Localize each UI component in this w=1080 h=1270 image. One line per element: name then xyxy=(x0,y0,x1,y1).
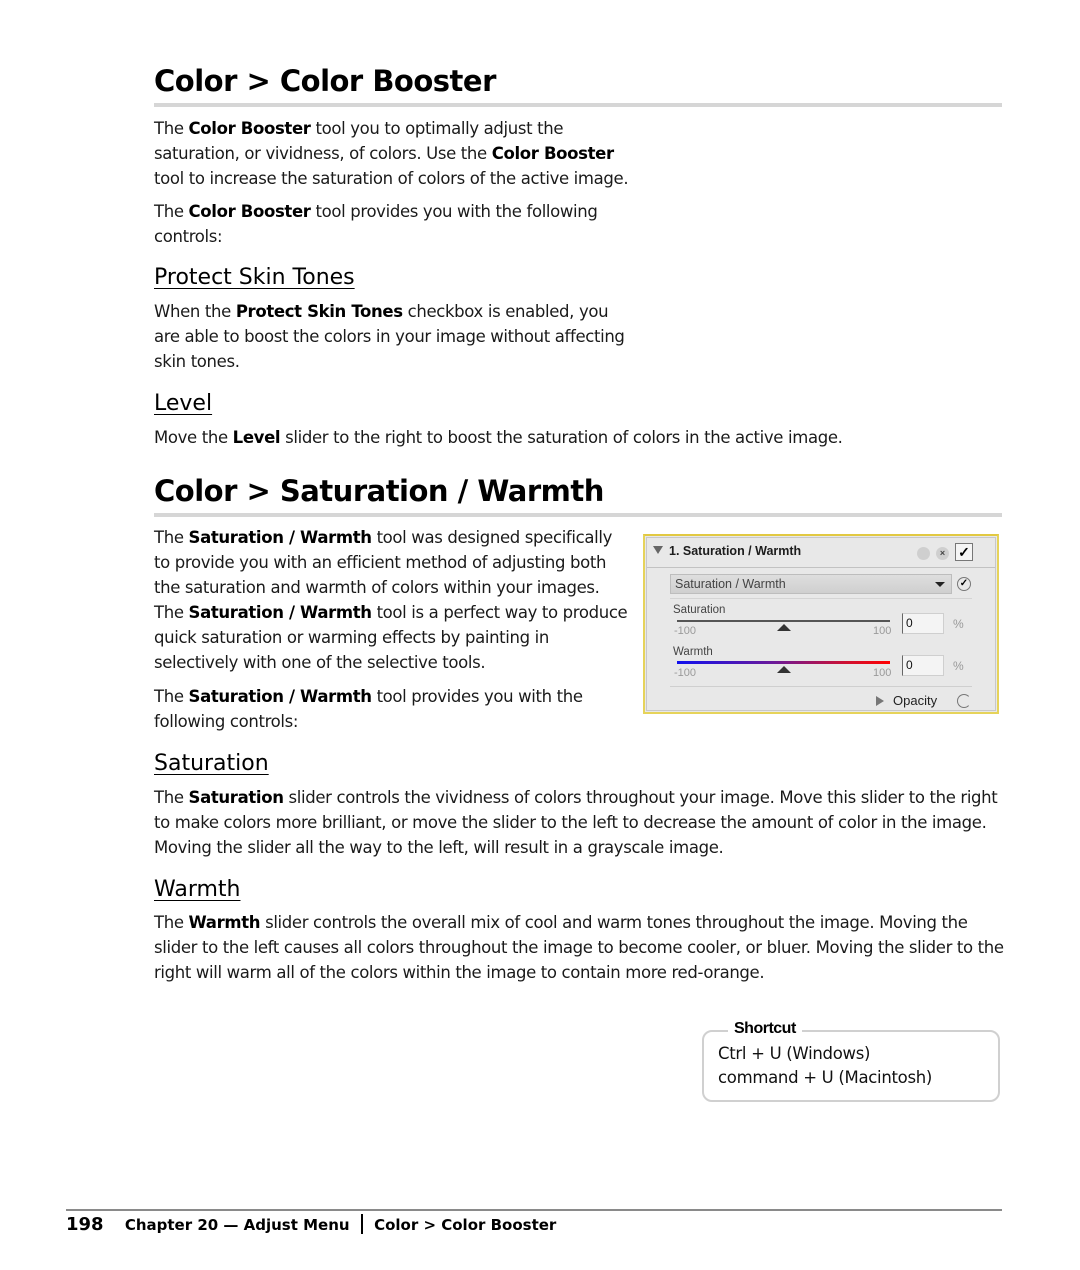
bold-term: Saturation / Warmth xyxy=(188,603,372,622)
dropdown-arrow-icon xyxy=(935,582,945,587)
warmth-max-label: 100 xyxy=(873,667,892,679)
shortcut-box: Shortcut Ctrl + U (Windows) command + U … xyxy=(702,1020,1000,1102)
bold-term: Level xyxy=(232,428,281,447)
bold-term: Saturation xyxy=(188,788,284,807)
circle-icon[interactable] xyxy=(917,547,930,560)
bold-term: Color Booster xyxy=(491,144,614,163)
footer-rule xyxy=(66,1209,1002,1211)
heading-warmth: Warmth xyxy=(154,877,241,902)
saturation-max-label: 100 xyxy=(873,625,892,637)
level-paragraph: Move the Level slider to the right to bo… xyxy=(154,428,843,447)
shortcut-windows: Ctrl + U (Windows) xyxy=(718,1044,871,1063)
protect-skin-tones-paragraph: When the Protect Skin Tones checkbox is … xyxy=(154,302,625,371)
footer-chapter: Chapter 20 — Adjust Menu xyxy=(124,1216,350,1234)
section-title-saturation-warmth: Color > Saturation / Warmth xyxy=(154,474,604,508)
warmth-value-input[interactable]: 0 xyxy=(902,655,944,676)
saturation-warmth-panel: 1. Saturation / Warmth × ✓ Saturation / … xyxy=(643,534,999,714)
section-divider xyxy=(154,103,1002,107)
bold-term: Color Booster xyxy=(188,202,311,221)
page-number: 198 xyxy=(66,1214,104,1235)
close-icon[interactable]: × xyxy=(936,547,949,560)
saturation-warmth-controls-paragraph: The Saturation / Warmth tool provides yo… xyxy=(154,687,583,731)
saturation-value-input[interactable]: 0 xyxy=(902,613,944,634)
saturation-min-label: -100 xyxy=(674,625,697,637)
enable-checkbox[interactable]: ✓ xyxy=(955,543,973,561)
saturation-slider-label: Saturation xyxy=(673,604,726,616)
warmth-slider-label: Warmth xyxy=(673,646,713,658)
panel-divider xyxy=(670,598,972,599)
heading-protect-skin-tones: Protect Skin Tones xyxy=(154,265,355,290)
bold-term: Saturation / Warmth xyxy=(188,528,372,547)
panel-divider xyxy=(670,686,972,687)
shortcut-title: Shortcut xyxy=(728,1020,802,1038)
dropdown-value: Saturation / Warmth xyxy=(675,577,786,591)
footer-section: Color > Color Booster xyxy=(374,1216,557,1234)
opacity-brush-icon[interactable] xyxy=(957,694,971,708)
warmth-slider-thumb[interactable] xyxy=(776,666,791,673)
section-title-color-booster: Color > Color Booster xyxy=(154,64,496,98)
heading-saturation: Saturation xyxy=(154,751,269,776)
page-footer: 198 Chapter 20 — Adjust Menu Color > Col… xyxy=(66,1214,556,1235)
warmth-unit: % xyxy=(953,659,964,673)
bold-term: Protect Skin Tones xyxy=(235,302,403,321)
opacity-expand-icon[interactable] xyxy=(876,696,884,706)
saturation-slider-thumb[interactable] xyxy=(776,624,791,631)
color-booster-controls-paragraph: The Color Booster tool provides you with… xyxy=(154,202,598,246)
footer-separator xyxy=(360,1214,363,1234)
dropdown-check-icon[interactable]: ✓ xyxy=(957,577,971,591)
warmth-paragraph: The Warmth slider controls the overall m… xyxy=(154,913,1004,982)
color-booster-intro-paragraph: The Color Booster tool you to optimally … xyxy=(154,119,629,188)
shortcut-mac: command + U (Macintosh) xyxy=(718,1068,933,1087)
panel-divider xyxy=(647,567,995,568)
saturation-paragraph: The Saturation slider controls the vivid… xyxy=(154,788,998,857)
panel-title: 1. Saturation / Warmth xyxy=(669,544,802,558)
warmth-min-label: -100 xyxy=(674,667,697,679)
warmth-slider-track[interactable] xyxy=(677,661,890,664)
opacity-label[interactable]: Opacity xyxy=(893,693,937,708)
section-divider xyxy=(154,513,1002,517)
method-dropdown[interactable]: Saturation / Warmth xyxy=(670,574,952,594)
bold-term: Saturation / Warmth xyxy=(188,687,372,706)
saturation-warmth-intro-paragraph: The Saturation / Warmth tool was designe… xyxy=(154,528,628,672)
bold-term: Color Booster xyxy=(188,119,311,138)
triangle-down-icon[interactable] xyxy=(653,546,663,554)
heading-level: Level xyxy=(154,391,213,416)
saturation-slider-track[interactable] xyxy=(677,620,890,622)
saturation-unit: % xyxy=(953,617,964,631)
bold-term: Warmth xyxy=(188,913,261,932)
